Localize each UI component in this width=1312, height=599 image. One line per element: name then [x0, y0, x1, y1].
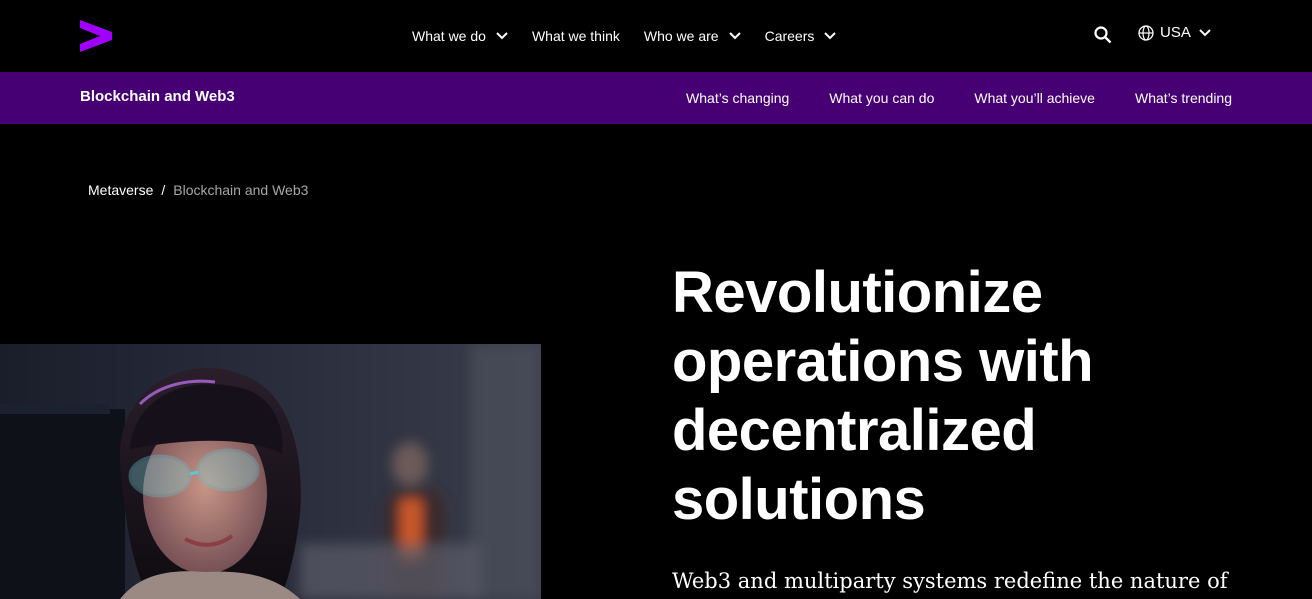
accenture-logo[interactable] [80, 20, 112, 52]
nav-what-we-think[interactable]: What we think [532, 28, 620, 44]
nav-label: Careers [764, 28, 815, 44]
nav-who-we-are[interactable]: Who we are [644, 28, 741, 44]
main-nav: What we do What we think Who we are Care… [412, 0, 860, 72]
chevron-down-icon [1199, 28, 1211, 36]
top-navigation: What we do What we think Who we are Care… [0, 0, 1312, 72]
subnav-link-what-youll-achieve[interactable]: What you’ll achieve [974, 90, 1095, 106]
nav-label: Who we are [643, 28, 719, 44]
nav-label: What we do [412, 28, 486, 44]
nav-label: What we think [531, 28, 620, 44]
hero-headline: Revolutionize operations with decentrali… [672, 258, 1232, 534]
nav-what-we-do[interactable]: What we do [412, 28, 508, 44]
globe-icon [1138, 24, 1154, 41]
headline-line: operations with [672, 329, 1094, 394]
subnav-links: What’s changing What you can do What you… [646, 72, 1232, 124]
subnav-link-whats-changing[interactable]: What’s changing [686, 90, 789, 106]
chevron-down-icon [496, 32, 508, 40]
breadcrumb-current: Blockchain and Web3 [173, 182, 309, 198]
country-label: USA [1160, 24, 1191, 41]
subnav-title[interactable]: Blockchain and Web3 [80, 88, 235, 105]
section-subnav: Blockchain and Web3 What’s changing What… [0, 72, 1312, 124]
country-selector[interactable]: USA [1138, 24, 1211, 41]
search-icon[interactable] [1094, 26, 1112, 44]
subnav-link-whats-trending[interactable]: What’s trending [1135, 90, 1232, 106]
hero-image [0, 344, 541, 599]
headline-line: solutions [672, 467, 926, 532]
chevron-down-icon [824, 32, 837, 40]
nav-careers[interactable]: Careers [765, 28, 837, 44]
breadcrumb: Metaverse / Blockchain and Web3 [88, 182, 308, 198]
headline-line: Revolutionize [672, 260, 1043, 325]
chevron-down-icon [728, 32, 741, 40]
hero-lede: Web3 and multiparty systems redefine the… [672, 569, 1228, 593]
subnav-link-what-you-can-do[interactable]: What you can do [829, 90, 934, 106]
headline-line: decentralized [672, 398, 1037, 463]
breadcrumb-separator: / [161, 182, 166, 198]
breadcrumb-link-metaverse[interactable]: Metaverse [88, 182, 153, 198]
